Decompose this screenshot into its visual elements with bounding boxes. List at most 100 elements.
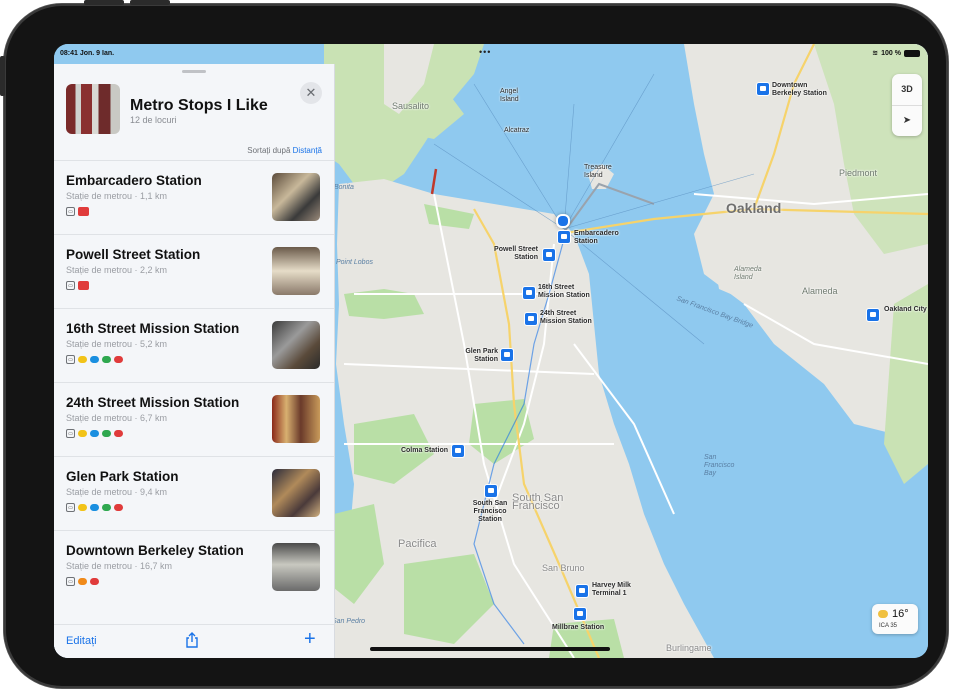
guide-panel: Metro Stops I Like 12 de locuri ✕ Sortaț… bbox=[54, 64, 335, 658]
station-name: Embarcadero Station bbox=[66, 173, 202, 188]
weather-temperature: 16° bbox=[892, 608, 909, 620]
pin-24th-mission[interactable] bbox=[524, 312, 538, 326]
station-meta: Stație de metrou · 2,2 km bbox=[66, 265, 168, 275]
pin-oakland-city[interactable] bbox=[866, 308, 880, 322]
map-label-colma: Colma Station bbox=[400, 447, 448, 454]
train-icon: ▭ bbox=[66, 207, 75, 216]
map-label-alameda: Alameda bbox=[802, 286, 838, 296]
map-label-sf-bay: San Francisco Bay bbox=[704, 454, 735, 477]
close-icon[interactable]: ✕ bbox=[300, 82, 322, 104]
map-label-piedmont: Piedmont bbox=[839, 168, 878, 178]
edit-button[interactable]: Editați bbox=[66, 635, 97, 647]
pin-millbrae[interactable] bbox=[573, 607, 587, 621]
transit-lines: ▭ bbox=[66, 207, 89, 216]
list-item[interactable]: 24th Street Mission Station Stație de me… bbox=[54, 382, 334, 457]
map-label-alameda-island: Alameda Island bbox=[734, 266, 762, 281]
line-badge-red bbox=[78, 281, 89, 290]
list-item[interactable]: Embarcadero Station Stație de metrou · 1… bbox=[54, 160, 334, 235]
station-name: Powell Street Station bbox=[66, 247, 201, 262]
map-label-24th-mission: 24th Street Mission Station bbox=[540, 310, 592, 325]
train-icon: ▭ bbox=[66, 355, 75, 364]
list-item[interactable]: Glen Park Station Stație de metrou · 9,4… bbox=[54, 456, 334, 531]
map-label-glen-park: Glen Park Station bbox=[465, 348, 498, 363]
line-dot-yellow bbox=[78, 504, 87, 511]
line-dot-green bbox=[102, 504, 111, 511]
station-meta: Stație de metrou · 16,7 km bbox=[66, 561, 173, 571]
screen: Sausalito Oakland Alameda Alameda Island… bbox=[54, 44, 928, 658]
map-label-downtown-berkeley: Downtown Berkeley Station bbox=[772, 82, 827, 97]
line-dot-blue bbox=[90, 356, 99, 363]
map-mode-button[interactable]: 3D bbox=[892, 74, 922, 106]
status-time: 08:41 Jon. 9 Ian. bbox=[60, 50, 115, 57]
line-dot-yellow bbox=[78, 356, 87, 363]
pin-powell[interactable] bbox=[542, 248, 556, 262]
weather-widget[interactable]: 16° ICA 35 bbox=[872, 604, 918, 634]
volume-up-button bbox=[84, 0, 124, 5]
plus-icon[interactable]: + bbox=[304, 628, 316, 651]
map-label-burlingame: Burlingame bbox=[666, 643, 712, 653]
map-label-bonita: Bonita bbox=[334, 184, 354, 191]
map-label-pacifica: Pacifica bbox=[398, 538, 437, 550]
station-meta: Stație de metrou · 5,2 km bbox=[66, 339, 168, 349]
pin-south-sf[interactable] bbox=[484, 484, 498, 498]
multitasking-dots[interactable]: ••• bbox=[479, 47, 491, 57]
station-photo bbox=[272, 469, 320, 517]
line-badge-red bbox=[78, 207, 89, 216]
train-icon: ▭ bbox=[66, 429, 75, 438]
map-label-san-pedro: San Pedro bbox=[332, 618, 366, 625]
map-label-oakland: Oakland bbox=[726, 200, 782, 216]
volume-down-button bbox=[130, 0, 170, 5]
power-button bbox=[0, 56, 5, 96]
station-meta: Stație de metrou · 1,1 km bbox=[66, 191, 168, 201]
map-label-sausalito: Sausalito bbox=[392, 101, 430, 111]
line-dot-red bbox=[114, 430, 123, 437]
line-dot-red bbox=[114, 504, 123, 511]
guide-subtitle: 12 de locuri bbox=[130, 115, 177, 125]
line-dot-orange bbox=[78, 578, 87, 585]
train-icon: ▭ bbox=[66, 577, 75, 586]
line-dot-green bbox=[102, 356, 111, 363]
map-label-alcatraz: Alcatraz bbox=[504, 127, 530, 134]
location-arrow-icon[interactable]: ➤ bbox=[892, 105, 922, 136]
pin-downtown-berkeley[interactable] bbox=[756, 82, 770, 96]
list-item[interactable]: Powell Street Station Stație de metrou ·… bbox=[54, 234, 334, 309]
map-label-angel-island: Angel Island bbox=[500, 88, 519, 103]
panel-grabber[interactable] bbox=[182, 70, 206, 73]
guide-cover-image bbox=[66, 84, 120, 134]
sort-label: Sortați după bbox=[247, 146, 291, 155]
pin-harvey-milk[interactable] bbox=[575, 584, 589, 598]
line-dot-red bbox=[114, 356, 123, 363]
pin-embarcadero[interactable] bbox=[557, 230, 571, 244]
transit-lines: ▭ bbox=[66, 281, 89, 290]
guide-title: Metro Stops I Like bbox=[130, 97, 268, 114]
station-name: 24th Street Mission Station bbox=[66, 395, 240, 410]
map-label-south-sf: South San Francisco bbox=[512, 492, 564, 512]
station-photo bbox=[272, 247, 320, 295]
line-dot-red bbox=[90, 578, 99, 585]
pin-colma[interactable] bbox=[451, 444, 465, 458]
sort-control[interactable]: Sortați după Distanță bbox=[247, 146, 322, 155]
line-dot-green bbox=[102, 430, 111, 437]
sort-value[interactable]: Distanță bbox=[293, 146, 322, 155]
list-item[interactable]: 16th Street Mission Station Stație de me… bbox=[54, 308, 334, 383]
map-label-point-lobos: Point Lobos bbox=[336, 259, 373, 266]
station-photo bbox=[272, 395, 320, 443]
station-meta: Stație de metrou · 9,4 km bbox=[66, 487, 168, 497]
air-quality-index: ICA 35 bbox=[879, 623, 898, 629]
station-photo bbox=[272, 173, 320, 221]
status-bar: 08:41 Jon. 9 Ian. ••• ≋ 100 % bbox=[54, 44, 928, 64]
list-item[interactable]: Downtown Berkeley Station Stație de metr… bbox=[54, 530, 334, 605]
station-photo bbox=[272, 543, 320, 591]
map-label-embarcadero: Embarcadero Station bbox=[574, 230, 619, 245]
battery-icon bbox=[904, 49, 920, 57]
station-name: Downtown Berkeley Station bbox=[66, 543, 244, 558]
weather-sun-icon bbox=[878, 610, 888, 618]
train-icon: ▭ bbox=[66, 503, 75, 512]
panel-toolbar: Editați + bbox=[54, 624, 334, 658]
home-indicator[interactable] bbox=[370, 647, 610, 651]
share-icon[interactable] bbox=[184, 632, 200, 648]
pin-16th-mission[interactable] bbox=[522, 286, 536, 300]
line-dot-yellow bbox=[78, 430, 87, 437]
transit-lines: ▭ bbox=[66, 577, 99, 586]
pin-glen-park[interactable] bbox=[500, 348, 514, 362]
